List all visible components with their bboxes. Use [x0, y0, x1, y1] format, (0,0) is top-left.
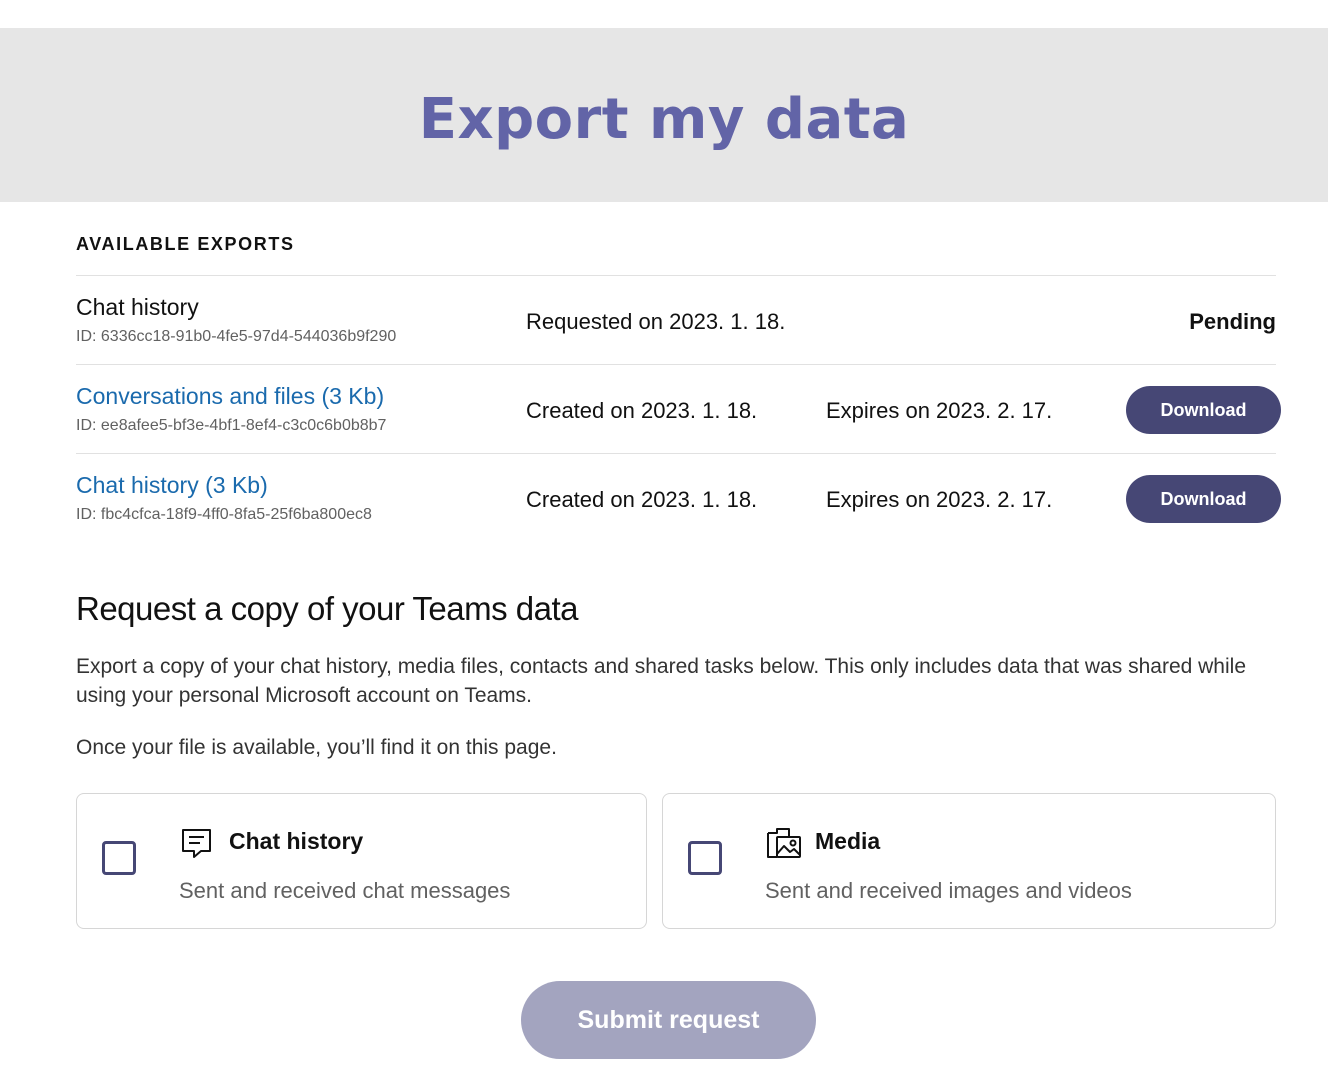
option-subtitle: Sent and received images and videos [765, 878, 1132, 903]
media-checkbox[interactable] [688, 841, 722, 875]
page-header: Export my data [0, 28, 1328, 202]
request-description: Export a copy of your chat history, medi… [76, 655, 1247, 707]
status-badge: Pending [1189, 309, 1276, 334]
export-row: Chat history ID: 6336cc18-91b0-4fe5-97d4… [76, 275, 1276, 364]
media-icon [765, 825, 801, 861]
option-card-chat-history[interactable]: Chat history Sent and received chat mess… [76, 793, 647, 929]
page-title: Export my data [418, 86, 910, 152]
submit-request-button[interactable]: Submit request [521, 981, 816, 1059]
export-expiry-date: Expires on 2023. 2. 17. [826, 398, 1053, 423]
export-id: ID: ee8afee5-bf3e-4bf1-8ef4-c3c0c6b0b8b7 [76, 417, 387, 434]
chat-icon [179, 825, 215, 861]
export-created-date: Created on 2023. 1. 18. [526, 487, 758, 512]
option-subtitle: Sent and received chat messages [179, 878, 511, 903]
request-section-title: Request a copy of your Teams data [76, 590, 579, 627]
export-name: Chat history [76, 294, 199, 320]
export-created-date: Created on 2023. 1. 18. [526, 398, 758, 423]
export-id: ID: fbc4cfca-18f9-4ff0-8fa5-25f6ba800ec8 [76, 506, 372, 523]
exports-list: Chat history ID: 6336cc18-91b0-4fe5-97d4… [76, 275, 1281, 542]
export-name-link[interactable]: Chat history (3 Kb) [76, 472, 268, 499]
option-card-media[interactable]: Media Sent and received images and video… [662, 793, 1276, 929]
export-row: Conversations and files (3 Kb) ID: ee8af… [76, 364, 1281, 453]
chat-history-checkbox[interactable] [102, 841, 136, 875]
available-exports-heading: AVAILABLE EXPORTS [76, 234, 295, 254]
option-title: Media [815, 828, 881, 854]
export-row: Chat history (3 Kb) ID: fbc4cfca-18f9-4f… [76, 453, 1281, 542]
download-button[interactable]: Download [1126, 475, 1281, 523]
option-title: Chat history [229, 828, 364, 854]
export-requested-date: Requested on 2023. 1. 18. [526, 309, 786, 334]
download-button[interactable]: Download [1126, 386, 1281, 434]
export-expiry-date: Expires on 2023. 2. 17. [826, 487, 1053, 512]
export-id: ID: 6336cc18-91b0-4fe5-97d4-544036b9f290 [76, 328, 397, 345]
request-note: Once your file is available, you’ll find… [76, 736, 557, 759]
export-name-link[interactable]: Conversations and files (3 Kb) [76, 383, 384, 410]
